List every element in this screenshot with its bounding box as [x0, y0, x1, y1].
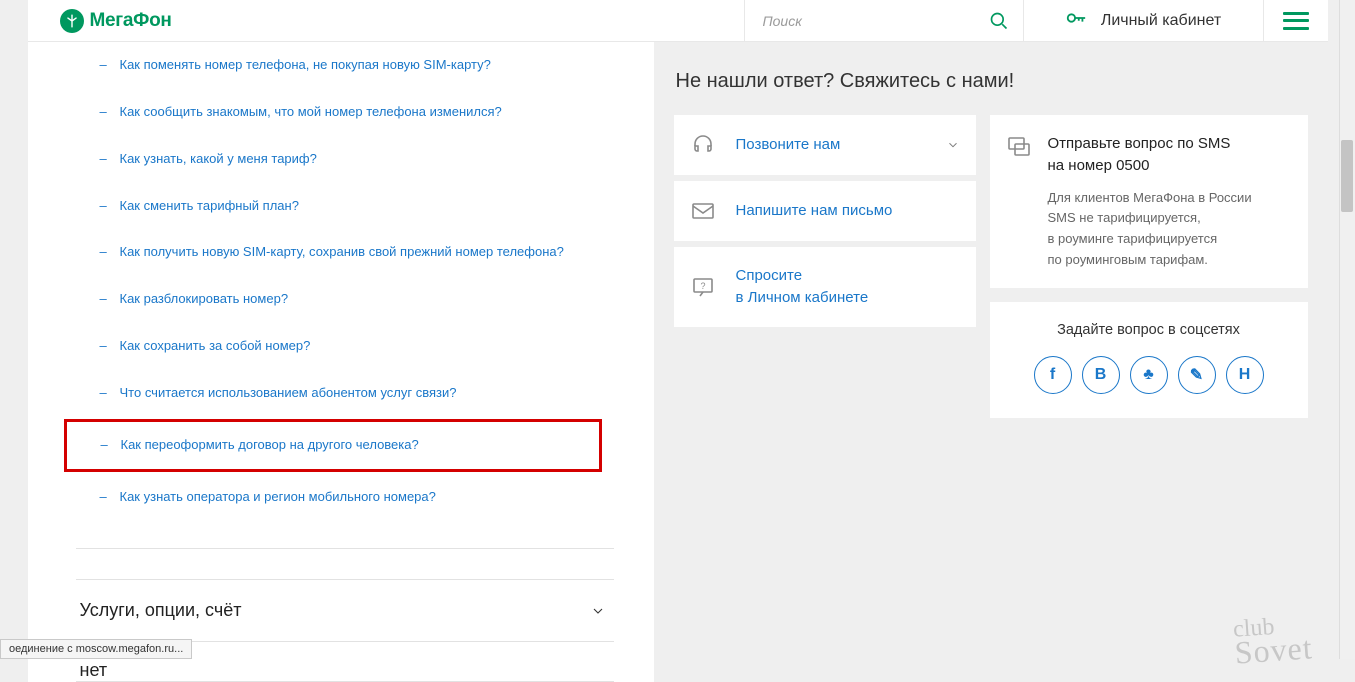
- faq-link[interactable]: Как сохранить за собой номер?: [120, 337, 311, 356]
- social-odnoklassniki-icon[interactable]: ♣: [1130, 356, 1168, 394]
- scrollbar-track[interactable]: [1339, 0, 1355, 659]
- social-clip-icon[interactable]: ✎: [1178, 356, 1216, 394]
- faq-item: –Как узнать, какой у меня тариф?: [28, 136, 654, 183]
- faq-item: –Что считается использованием абонентом …: [28, 370, 654, 417]
- faq-link[interactable]: Что считается использованием абонентом у…: [120, 384, 457, 403]
- accordion-services[interactable]: Услуги, опции, счёт: [76, 579, 614, 642]
- social-habr-icon[interactable]: Н: [1226, 356, 1264, 394]
- logo-wrap: МегаФон: [28, 0, 744, 41]
- chevron-down-icon: [946, 138, 960, 152]
- faq-item: –Как получить новую SIM-карту, сохранив …: [28, 229, 654, 276]
- content: –Как поменять номер телефона, не покупая…: [28, 42, 1328, 682]
- side-stack: Отправьте вопрос по SMS на номер 0500 Дл…: [990, 115, 1308, 418]
- contact-heading: Не нашли ответ? Свяжитесь с нами!: [676, 70, 1308, 93]
- faq-link[interactable]: Как сообщить знакомым, что мой номер тел…: [120, 103, 502, 122]
- faq-link[interactable]: Как получить новую SIM-карту, сохранив с…: [120, 243, 564, 262]
- contact-column: Не нашли ответ? Свяжитесь с нами! Позвон…: [654, 42, 1328, 682]
- faq-link[interactable]: Как узнать, какой у меня тариф?: [120, 150, 317, 169]
- sms-title: Отправьте вопрос по SMS на номер 0500: [1048, 133, 1252, 177]
- faq-item: –Как поменять номер телефона, не покупая…: [28, 42, 654, 89]
- faq-item: –Как сообщить знакомым, что мой номер те…: [28, 89, 654, 136]
- svg-text:?: ?: [700, 281, 705, 291]
- faq-list: –Как поменять номер телефона, не покупая…: [28, 42, 654, 520]
- dash-icon: –: [100, 488, 110, 507]
- social-card: Задайте вопрос в соцсетях fВ ♣ ✎ Н: [990, 302, 1308, 418]
- contact-write-link[interactable]: Напишите нам письмо: [736, 200, 893, 222]
- faq-column: –Как поменять номер телефона, не покупая…: [28, 42, 654, 682]
- faq-item: –Как сохранить за собой номер?: [28, 323, 654, 370]
- logo-mark-icon: [60, 9, 84, 33]
- contact-grid: Позвоните нам Напишите нам письмо: [674, 115, 1308, 418]
- social-row: fВ ♣ ✎ Н: [1004, 356, 1294, 394]
- dash-icon: –: [100, 103, 110, 122]
- contact-ask-link[interactable]: Спросите в Личном кабинете: [736, 265, 869, 309]
- faq-item: –Как переоформить договор на другого чел…: [64, 419, 602, 472]
- divider: [76, 548, 614, 549]
- faq-link[interactable]: Как узнать оператора и регион мобильного…: [120, 488, 436, 507]
- faq-link[interactable]: Как разблокировать номер?: [120, 290, 289, 309]
- dash-icon: –: [100, 150, 110, 169]
- envelope-icon: [690, 199, 718, 223]
- contact-card-call[interactable]: Позвоните нам: [674, 115, 976, 175]
- dash-icon: –: [100, 384, 110, 403]
- scrollbar-thumb[interactable]: [1341, 140, 1353, 212]
- dash-icon: –: [100, 56, 110, 75]
- headset-icon: [690, 133, 718, 157]
- contact-cards: Позвоните нам Напишите нам письмо: [674, 115, 976, 327]
- contact-call-link[interactable]: Позвоните нам: [736, 134, 841, 156]
- search-input[interactable]: [763, 13, 989, 29]
- faq-link[interactable]: Как переоформить договор на другого чело…: [121, 436, 419, 455]
- header: МегаФон Личный кабинет: [28, 0, 1328, 42]
- sms-card: Отправьте вопрос по SMS на номер 0500 Дл…: [990, 115, 1308, 288]
- social-title: Задайте вопрос в соцсетях: [1004, 322, 1294, 338]
- dash-icon: –: [100, 337, 110, 356]
- faq-item: –Как разблокировать номер?: [28, 276, 654, 323]
- chevron-down-icon: [590, 603, 606, 619]
- contact-card-write[interactable]: Напишите нам письмо: [674, 181, 976, 241]
- faq-item: –Как сменить тарифный план?: [28, 183, 654, 230]
- personal-account-link[interactable]: Личный кабинет: [1024, 0, 1264, 41]
- logo[interactable]: МегаФон: [60, 9, 172, 33]
- search-icon[interactable]: [989, 11, 1009, 31]
- hamburger-icon: [1283, 12, 1309, 30]
- dash-icon: –: [100, 290, 110, 309]
- sms-text: Отправьте вопрос по SMS на номер 0500 Дл…: [1048, 133, 1252, 270]
- search-box[interactable]: [744, 0, 1024, 41]
- question-chat-icon: ?: [690, 275, 718, 299]
- dash-icon: –: [100, 197, 110, 216]
- faq-link[interactable]: Как сменить тарифный план?: [120, 197, 299, 216]
- accordion-label: Услуги, опции, счёт: [80, 600, 242, 621]
- dash-icon: –: [101, 436, 111, 455]
- menu-button[interactable]: [1264, 0, 1328, 41]
- browser-statusbar: оединение с moscow.megafon.ru...: [0, 639, 192, 659]
- sms-note: Для клиентов МегаФона в России SMS не та…: [1048, 190, 1252, 268]
- social-facebook-icon[interactable]: f: [1034, 356, 1072, 394]
- personal-account-label: Личный кабинет: [1101, 12, 1221, 30]
- sms-icon: [1006, 133, 1034, 157]
- dash-icon: –: [100, 243, 110, 262]
- faq-link[interactable]: Как поменять номер телефона, не покупая …: [120, 56, 491, 75]
- contact-card-ask[interactable]: ? Спросите в Личном кабинете: [674, 247, 976, 327]
- logo-text: МегаФон: [90, 10, 172, 32]
- key-icon: [1065, 7, 1087, 34]
- faq-item: –Как узнать оператора и регион мобильног…: [28, 474, 654, 521]
- social-vk-icon[interactable]: В: [1082, 356, 1120, 394]
